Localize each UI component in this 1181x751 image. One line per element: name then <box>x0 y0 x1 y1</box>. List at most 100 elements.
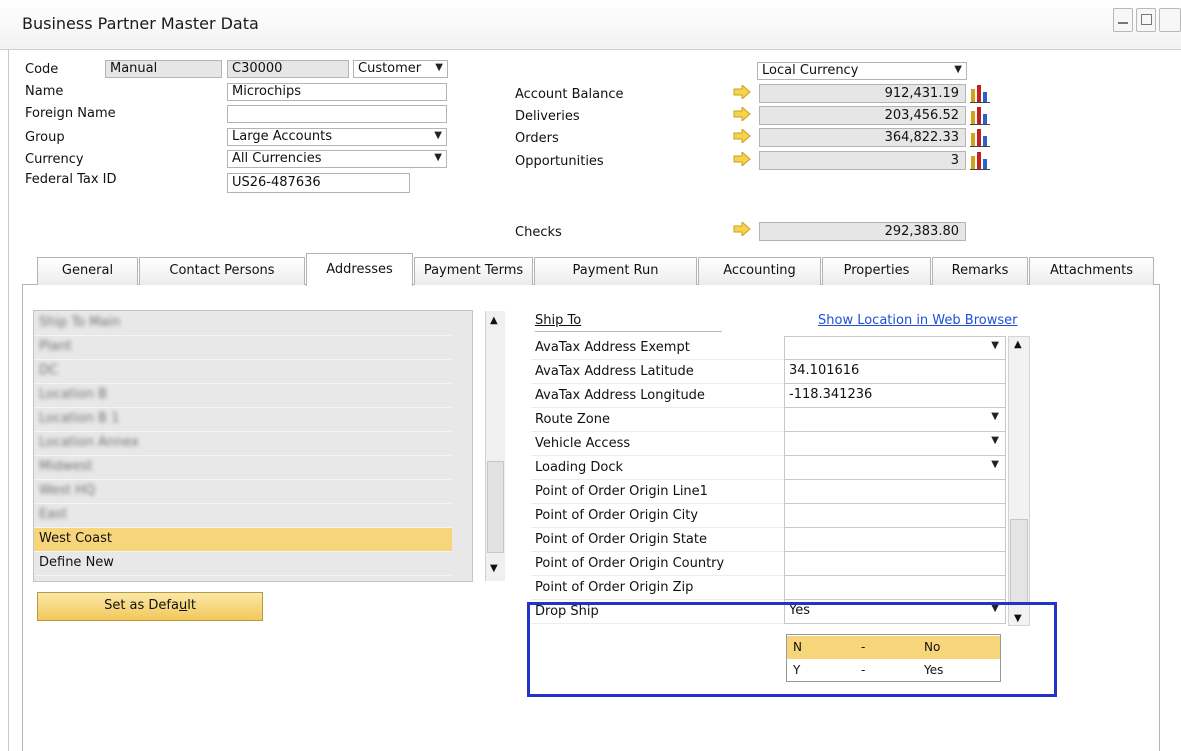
bp-type-select[interactable]: Customer ▼ <box>353 60 448 78</box>
checks-label: Checks <box>515 225 562 240</box>
shipto-field-value[interactable]: 34.101616 <box>784 360 1006 384</box>
checks-value: 292,383.80 <box>759 222 966 241</box>
address-label: Location B 1 <box>39 411 120 426</box>
code-input[interactable]: C30000 <box>227 60 349 78</box>
group-select[interactable]: Large Accounts ▼ <box>227 128 447 146</box>
address-list-item[interactable]: Plant <box>34 336 452 360</box>
scroll-thumb[interactable] <box>487 461 504 553</box>
tab-payment-run[interactable]: Payment Run <box>534 257 697 285</box>
yellow-arrow-icon[interactable] <box>733 85 751 99</box>
shipto-field-value[interactable] <box>784 528 1006 552</box>
yellow-arrow-icon[interactable] <box>733 129 751 143</box>
yellow-arrow-icon[interactable] <box>733 222 751 236</box>
balance-value: 3 <box>759 151 966 170</box>
federal-tax-label: Federal Tax ID <box>25 172 117 187</box>
shipto-scrollbar[interactable]: ▲ ▼ <box>1008 336 1030 626</box>
tab-label: Remarks <box>951 263 1009 278</box>
shipto-row-point-of-order-origin-line1: Point of Order Origin Line1 <box>531 480 1006 504</box>
address-list-item[interactable]: DC <box>34 360 452 384</box>
address-list[interactable]: Ship To Main Plant DC Location B Location B … <box>33 310 505 582</box>
shipto-field-value[interactable] <box>784 576 1006 600</box>
shipto-row-point-of-order-origin-zip: Point of Order Origin Zip <box>531 576 1006 600</box>
address-list-item[interactable]: Location B 1 <box>34 408 452 432</box>
shipto-field-value[interactable] <box>784 552 1006 576</box>
yellow-arrow-icon[interactable] <box>733 107 751 121</box>
tab-properties[interactable]: Properties <box>822 257 931 285</box>
tab-accounting[interactable]: Accounting <box>698 257 821 285</box>
tab-contact-persons[interactable]: Contact Persons <box>139 257 305 285</box>
bp-type-value: Customer <box>358 61 422 76</box>
bar-chart-icon[interactable] <box>970 150 990 170</box>
tab-general[interactable]: General <box>37 257 138 285</box>
balance-label: Deliveries <box>515 109 580 124</box>
yellow-arrow-icon[interactable] <box>733 152 751 166</box>
shipto-field-value[interactable]: -118.341236 <box>784 384 1006 408</box>
window-title: Business Partner Master Data <box>22 14 259 33</box>
bar-chart-icon[interactable] <box>970 105 990 125</box>
chevron-down-icon: ▼ <box>954 64 962 75</box>
scroll-up-icon[interactable]: ▲ <box>490 315 498 326</box>
shipto-field-value[interactable] <box>784 480 1006 504</box>
chevron-down-icon[interactable]: ▼ <box>991 411 999 422</box>
scroll-thumb[interactable] <box>1010 519 1028 605</box>
code-series-select[interactable]: Manual <box>105 60 222 78</box>
set-default-button[interactable]: Set as Default <box>37 592 263 621</box>
scroll-up-icon[interactable]: ▲ <box>1014 339 1022 350</box>
shipto-field-label: Point of Order Origin State <box>531 528 784 552</box>
tab-label: Payment Run <box>572 263 659 278</box>
address-list-item[interactable]: Define New <box>34 552 452 576</box>
address-list-scrollbar[interactable]: ▲ ▼ <box>485 311 505 581</box>
address-list-item[interactable]: West HQ <box>34 480 452 504</box>
shipto-field-value[interactable]: ▼ <box>784 456 1006 480</box>
chevron-down-icon: ▼ <box>435 62 443 73</box>
maximize-icon <box>1141 14 1152 25</box>
show-location-link[interactable]: Show Location in Web Browser <box>818 313 1017 328</box>
name-input[interactable]: Microchips <box>227 83 447 101</box>
maximize-button[interactable] <box>1136 8 1156 32</box>
shipto-field-value[interactable]: ▼ <box>784 408 1006 432</box>
chevron-down-icon[interactable]: ▼ <box>991 459 999 470</box>
balance-label: Account Balance <box>515 87 624 102</box>
address-list-item[interactable]: Location B <box>34 384 452 408</box>
shipto-field-label: AvaTax Address Longitude <box>531 384 784 408</box>
tab-remarks[interactable]: Remarks <box>932 257 1028 285</box>
currency-mode-select[interactable]: Local Currency ▼ <box>757 62 967 80</box>
shipto-field-value[interactable] <box>784 504 1006 528</box>
bar-chart-icon[interactable] <box>970 83 990 103</box>
balance-label: Opportunities <box>515 154 604 169</box>
address-label: Define New <box>39 555 114 570</box>
address-list-item[interactable]: Location Annex <box>34 432 452 456</box>
address-list-item[interactable]: West Coast <box>34 528 452 552</box>
federal-tax-input[interactable]: US26-487636 <box>227 173 410 193</box>
chevron-down-icon[interactable]: ▼ <box>991 340 999 351</box>
shipto-value-text: 34.101616 <box>789 363 860 378</box>
chevron-down-icon: ▼ <box>434 152 442 163</box>
foreign-name-input[interactable] <box>227 105 447 123</box>
chevron-down-icon[interactable]: ▼ <box>991 435 999 446</box>
scroll-down-icon[interactable]: ▼ <box>490 563 498 574</box>
address-list-item[interactable]: East <box>34 504 452 528</box>
minimize-button[interactable] <box>1113 8 1133 32</box>
shipto-row-point-of-order-origin-city: Point of Order Origin City <box>531 504 1006 528</box>
tab-attachments[interactable]: Attachments <box>1029 257 1154 285</box>
tab-payment-terms[interactable]: Payment Terms <box>414 257 533 285</box>
ship-to-heading: Ship To <box>535 313 582 328</box>
address-list-item[interactable]: Midwest <box>34 456 452 480</box>
shipto-row-route-zone: Route Zone ▼ <box>531 408 1006 432</box>
shipto-row-vehicle-access: Vehicle Access ▼ <box>531 432 1006 456</box>
address-list-item[interactable]: Ship To Main <box>34 312 452 336</box>
tab-label: Payment Terms <box>423 263 524 278</box>
tab-label: Addresses <box>326 262 393 277</box>
bar-chart-icon[interactable] <box>970 127 990 147</box>
shipto-field-value[interactable]: ▼ <box>784 336 1006 360</box>
tab-addresses[interactable]: Addresses <box>306 253 413 286</box>
title-bar: Business Partner Master Data <box>0 0 1181 50</box>
group-label: Group <box>25 130 65 145</box>
name-label: Name <box>25 84 64 99</box>
shipto-field-label: Point of Order Origin Line1 <box>531 480 784 504</box>
shipto-field-value[interactable]: ▼ <box>784 432 1006 456</box>
shipto-field-label: Point of Order Origin Country <box>531 552 784 576</box>
highlight-box <box>527 602 1057 697</box>
close-button[interactable] <box>1159 8 1181 32</box>
currency-select[interactable]: All Currencies ▼ <box>227 150 447 168</box>
